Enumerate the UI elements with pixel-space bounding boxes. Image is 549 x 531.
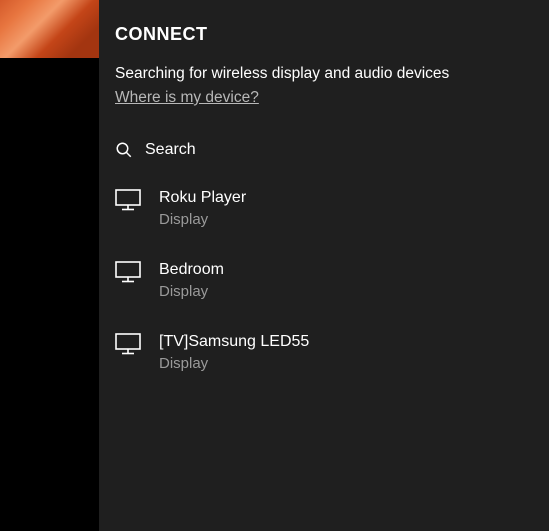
where-is-my-device-link[interactable]: Where is my device? [99,89,275,135]
panel-top-sliver [99,0,549,8]
device-type: Display [159,353,309,375]
device-text: Bedroom Display [159,259,224,303]
device-name: Bedroom [159,259,224,281]
connect-panel: CONNECT Searching for wireless display a… [99,0,549,531]
device-name: Roku Player [159,187,246,209]
device-item-bedroom[interactable]: Bedroom Display [99,249,549,321]
monitor-icon [115,187,159,211]
searching-status: Searching for wireless display and audio… [99,65,549,89]
device-item-roku-player[interactable]: Roku Player Display [99,177,549,249]
device-type: Display [159,281,224,303]
search-label: Search [145,141,196,159]
device-text: Roku Player Display [159,187,246,231]
desktop-background-sliver [0,0,99,58]
device-type: Display [159,209,246,231]
monitor-icon [115,259,159,283]
device-list: Roku Player Display Bedroom Display [99,177,549,393]
device-item-samsung-tv[interactable]: [TV]Samsung LED55 Display [99,321,549,393]
device-name: [TV]Samsung LED55 [159,331,309,353]
device-text: [TV]Samsung LED55 Display [159,331,309,375]
monitor-icon [115,331,159,355]
panel-title: CONNECT [99,8,549,65]
search-input[interactable]: Search [99,135,549,177]
search-icon [115,141,145,159]
